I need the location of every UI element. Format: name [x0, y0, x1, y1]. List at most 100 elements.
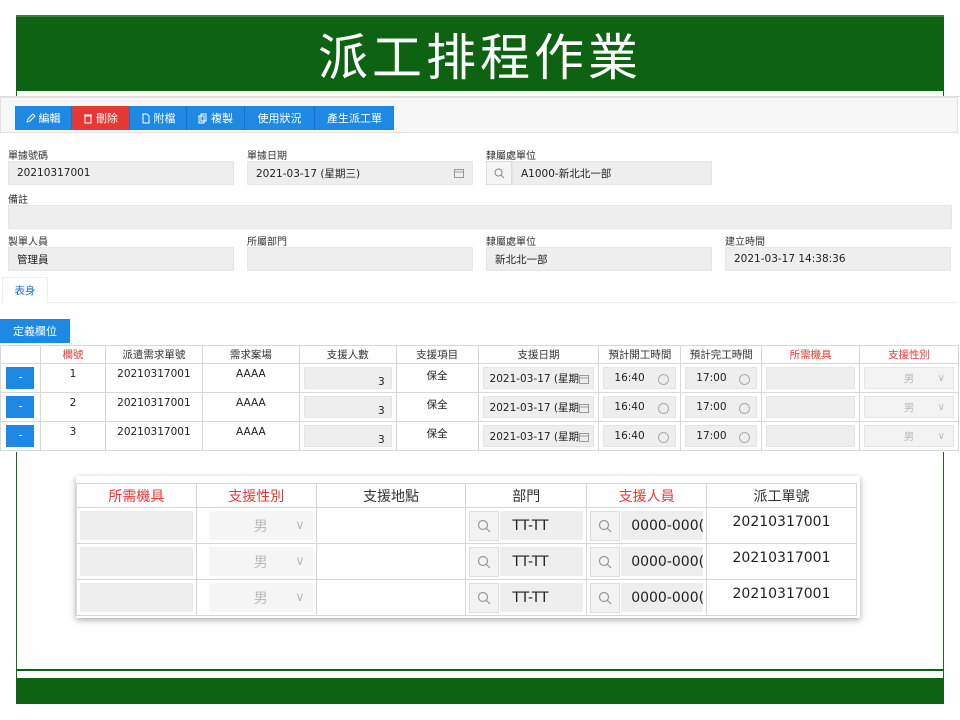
slide-title: 派工排程作業	[318, 29, 642, 87]
row-date-cell[interactable]: 2021-03-17 (星期	[477, 392, 600, 422]
zoom-row: 男 ∨ TT-TT 0000-000(20210317001	[76, 543, 857, 580]
staff-search-button[interactable]	[590, 511, 621, 541]
created-field[interactable]: 2021-03-17 14:38:36	[725, 247, 951, 271]
slide-title-band: 派工排程作業	[16, 15, 944, 91]
staff-search-button[interactable]	[590, 547, 621, 577]
remove-row-button[interactable]: -	[6, 396, 35, 418]
usage-label: 使用狀況	[257, 112, 302, 125]
remove-row-button[interactable]: -	[6, 425, 35, 447]
zoom-equip-cell[interactable]	[76, 543, 197, 580]
row-date: 2021-03-17 (星期	[489, 401, 580, 414]
zoom-equip-cell[interactable]	[76, 507, 197, 544]
row-count-cell[interactable]: 3	[298, 421, 397, 451]
zoom-staff-cell[interactable]: 0000-000(	[586, 579, 708, 616]
row-date: 2021-03-17 (星期	[489, 372, 580, 385]
zoom-dept-cell[interactable]: TT-TT	[465, 543, 588, 580]
row-req-no: 20210317001	[104, 363, 203, 393]
row-end-cell[interactable]: 17:00	[680, 392, 763, 422]
row-gender-cell[interactable]: 男 ∨	[859, 392, 959, 422]
zoom-gender-cell[interactable]: 男 ∨	[195, 507, 317, 544]
row-date: 2021-03-17 (星期	[489, 430, 580, 443]
calendar-icon[interactable]	[579, 374, 590, 384]
grid-header-action	[0, 345, 41, 364]
row-equip-cell[interactable]	[761, 421, 861, 451]
row-date-cell[interactable]: 2021-03-17 (星期	[477, 363, 600, 393]
zoom-dept-cell[interactable]: TT-TT	[465, 507, 588, 544]
zoom-dept-cell[interactable]: TT-TT	[465, 579, 588, 616]
calendar-icon[interactable]	[579, 432, 590, 442]
generate-dispatch-button[interactable]: 產生派工單	[315, 106, 394, 130]
row-equip-cell[interactable]	[761, 392, 861, 422]
clock-icon[interactable]	[739, 432, 751, 443]
doc-no-label: 單據號碼	[8, 151, 48, 162]
unit-search-button[interactable]	[486, 161, 512, 185]
clock-icon[interactable]	[739, 403, 751, 414]
delete-button[interactable]: 刪除	[72, 106, 130, 130]
remove-row-button[interactable]: -	[6, 367, 35, 389]
row-count-cell[interactable]: 3	[298, 392, 397, 422]
usage-button[interactable]: 使用狀況	[245, 106, 315, 130]
row-count-cell[interactable]: 3	[298, 363, 397, 393]
row-start-cell[interactable]: 16:40	[598, 392, 682, 422]
row-equip-cell[interactable]	[761, 363, 861, 393]
chevron-down-icon: ∨	[295, 518, 305, 533]
zoom-gender: 男	[253, 590, 268, 607]
clock-icon[interactable]	[658, 403, 670, 414]
row-start: 16:40	[614, 430, 645, 442]
zoom-header-dept: 部門	[465, 483, 588, 508]
zoom-location-cell[interactable]	[315, 543, 467, 580]
calendar-icon[interactable]	[454, 168, 464, 178]
row-count: 3	[377, 434, 385, 446]
edit-button[interactable]: 編輯	[15, 106, 72, 130]
search-icon	[599, 591, 612, 605]
row-date-cell[interactable]: 2021-03-17 (星期	[477, 421, 600, 451]
footer-band	[16, 678, 944, 704]
zoom-gender-cell[interactable]: 男 ∨	[195, 543, 317, 580]
row-end-cell[interactable]: 17:00	[680, 363, 763, 393]
note-field[interactable]	[8, 205, 952, 229]
unit-field[interactable]: A1000-新北北一部	[512, 161, 712, 185]
creator-label: 製單人員	[8, 237, 48, 248]
search-icon	[478, 519, 491, 533]
zoom-location-cell[interactable]	[315, 579, 467, 616]
unit2-field[interactable]: 新北北一部	[486, 247, 712, 271]
row-start: 16:40	[614, 401, 645, 413]
row-start-cell[interactable]: 16:40	[598, 363, 682, 393]
clock-icon[interactable]	[658, 432, 670, 443]
staff-search-button[interactable]	[590, 583, 621, 613]
toolbar: 編輯 刪除 附檔 複製 使用狀況 產生派工單	[0, 97, 958, 133]
row-gender: 男	[903, 401, 915, 414]
row-action-cell: -	[0, 363, 41, 393]
attach-button[interactable]: 附檔	[130, 106, 187, 130]
row-gender-cell[interactable]: 男 ∨	[859, 363, 959, 393]
calendar-icon[interactable]	[579, 403, 590, 413]
tab-body[interactable]: 表身	[2, 277, 48, 303]
row-start-cell[interactable]: 16:40	[598, 421, 682, 451]
dept-search-button[interactable]	[469, 511, 500, 541]
zoom-row: 男 ∨ TT-TT 0000-000(20210317001	[76, 507, 857, 544]
detail-grid: 欄號 派遣需求單號 需求案場 支援人數 支援項目 支援日期 預計開工時間 預計完…	[0, 345, 959, 451]
clock-icon[interactable]	[739, 374, 751, 385]
zoom-location-cell[interactable]	[315, 507, 467, 544]
clock-icon[interactable]	[658, 374, 670, 385]
dept-field[interactable]	[247, 247, 473, 271]
copy-label: 複製	[211, 112, 233, 125]
pencil-icon	[25, 112, 36, 123]
zoom-staff-cell[interactable]: 0000-000(	[586, 507, 708, 544]
zoom-gender-cell[interactable]: 男 ∨	[195, 579, 317, 616]
doc-no-field[interactable]: 20210317001	[8, 161, 234, 185]
row-gender-cell[interactable]: 男 ∨	[859, 421, 959, 451]
doc-date-field[interactable]: 2021-03-17 (星期三)	[247, 161, 473, 185]
search-icon	[494, 168, 504, 178]
zoom-header-location: 支援地點	[315, 483, 467, 508]
dept-search-button[interactable]	[469, 547, 500, 577]
dept-search-button[interactable]	[469, 583, 500, 613]
creator-field[interactable]: 管理員	[8, 247, 234, 271]
zoom-staff-cell[interactable]: 0000-000(	[586, 543, 708, 580]
zoom-equip-cell[interactable]	[76, 579, 197, 616]
row-action-cell: -	[0, 392, 41, 422]
doc-date-label: 單據日期	[247, 151, 287, 162]
define-columns-button[interactable]: 定義欄位	[0, 319, 70, 343]
copy-button[interactable]: 複製	[187, 106, 245, 130]
row-end-cell[interactable]: 17:00	[680, 421, 763, 451]
